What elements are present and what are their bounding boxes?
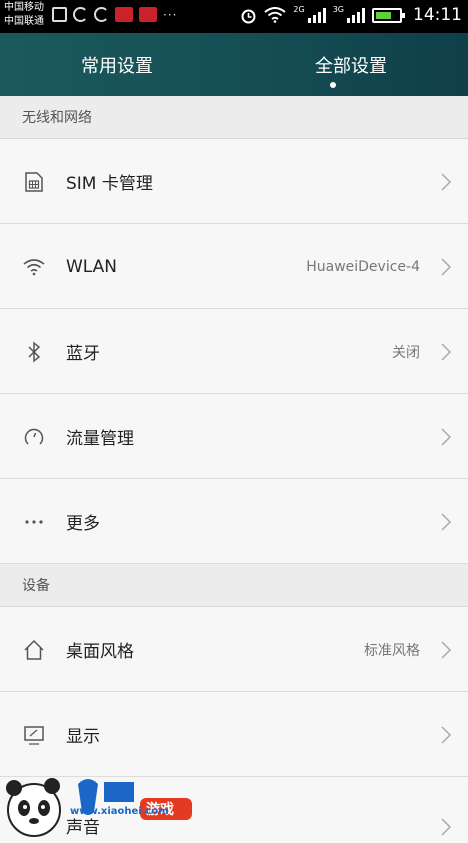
tab-common-settings[interactable]: 常用设置 [0,33,234,96]
section-header-device: 设备 [0,564,468,607]
chevron-right-icon [441,641,452,659]
carrier-1: 中国移动 [4,2,44,13]
chevron-right-icon [441,818,452,836]
row-label: 显示 [66,727,100,747]
chevron-right-icon [441,428,452,446]
screenshot-icon [52,7,67,22]
section-header-wireless: 无线和网络 [0,96,468,139]
wifi-icon [23,259,45,276]
battery-icon [372,7,405,23]
row-more[interactable]: 更多 [0,479,468,564]
sim-card-icon [25,172,43,192]
chevron-right-icon [441,343,452,361]
alarm-icon [241,9,256,23]
row-sim-card-management[interactable]: SIM 卡管理 [0,139,468,224]
signal-icon [347,7,365,23]
wlan-network-name: HuaweiDevice-4 [306,258,420,275]
row-home-style[interactable]: 桌面风格 标准风格 [0,607,468,692]
status-bar: 中国移动 中国联通 ··· 2G 3G 14:11 [0,0,468,33]
wifi-status-icon [264,7,287,23]
data-usage-icon [24,428,44,445]
row-wlan[interactable]: WLAN HuaweiDevice-4 [0,224,468,309]
row-label: 桌面风格 [66,642,134,662]
row-display[interactable]: 显示 [0,692,468,777]
home-icon [24,639,44,660]
notification-icons: ··· [52,7,177,22]
chevron-right-icon [441,258,452,276]
more-icon [25,520,43,524]
row-label: 更多 [66,514,100,534]
app-notification-icon [139,7,157,22]
chevron-right-icon [441,726,452,744]
carrier-2: 中国联通 [4,16,44,27]
row-label: 流量管理 [66,429,134,449]
home-style-value: 标准风格 [364,642,420,659]
row-label: SIM 卡管理 [66,174,153,194]
row-label: WLAN [66,256,118,277]
signal-icon [307,7,326,23]
sync-icon [73,7,88,22]
bluetooth-status: 关闭 [392,344,420,361]
active-tab-indicator [330,82,336,88]
chevron-right-icon [441,173,452,191]
tab-all-settings[interactable]: 全部设置 [234,33,468,96]
chevron-right-icon [441,513,452,531]
watermark-site: www.xiaohei.com [70,806,169,817]
row-label: 蓝牙 [66,344,100,364]
system-icons: 2G 3G 14:11 [240,5,462,25]
network-type-2: 3G [332,4,344,14]
row-bluetooth[interactable]: 蓝牙 关闭 [0,309,468,394]
display-icon [24,726,44,745]
network-type-1: 2G [293,4,305,14]
row-data-usage[interactable]: 流量管理 [0,394,468,479]
app-notification-icon [115,7,133,22]
bluetooth-icon [28,341,41,363]
clock: 14:11 [413,5,462,25]
carrier-names: 中国移动 中国联通 [4,1,44,29]
settings-tab-bar: 常用设置 全部设置 [0,33,468,96]
more-notifications-icon: ··· [163,7,178,22]
refresh-icon [94,7,109,22]
